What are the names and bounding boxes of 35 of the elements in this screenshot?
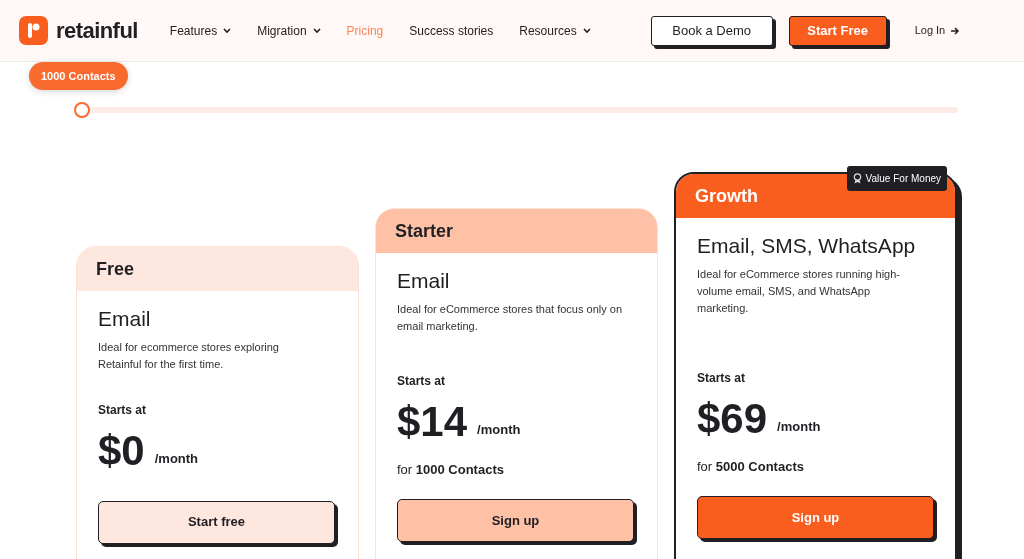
brand-name: retainful [56,17,138,45]
contacts-count: for 5000 Contacts [697,457,805,476]
nav-link[interactable]: Migration [257,21,321,40]
price-period: /month [777,418,821,436]
slider-thumb[interactable] [74,102,90,118]
plan-name: Starter [395,219,454,243]
plan-button[interactable]: Start free [98,500,335,544]
value-badge: Value For Money [846,166,947,191]
plan-price: $14 [397,397,468,446]
plan-name: Free [96,257,135,281]
arrow-right-icon [950,25,961,36]
plan-description: Ideal for eCommerce stores that focus only on email marketing. [397,301,623,334]
plan-price: $69 [697,394,768,443]
nav-link[interactable]: Success stories [409,21,494,40]
price-period: /month [154,450,199,468]
plan-name: Growth [695,184,758,208]
plan-title: Email [98,306,152,332]
book-demo-button[interactable]: Book a Demo [650,15,773,46]
plan-description: Ideal for ecommerce stores exploring Retainful for the first time. [98,339,280,372]
price-period: /month [477,421,521,439]
plan-price: $0 [98,426,145,475]
nav-link[interactable]: Resources [519,21,591,40]
plan-title: Email [397,268,451,294]
plan-title: Email, SMS, WhatsApp [697,233,917,259]
plan-description: Ideal for eCommerce stores running high-volume email, SMS, and WhatsApp marketing. [697,266,901,316]
starts-at-label: Starts at [98,401,148,419]
contacts-count: for 1000 Contacts [397,460,505,479]
login-link[interactable]: Log In [914,22,961,39]
nav-link[interactable]: Features [169,21,232,40]
logo-icon [19,16,48,45]
contacts-badge: 1000 Contacts [29,62,128,90]
award-icon [852,173,862,184]
starts-at-label: Starts at [397,372,447,390]
plan-button[interactable]: Sign up [397,499,634,542]
starts-at-label: Starts at [697,369,747,387]
